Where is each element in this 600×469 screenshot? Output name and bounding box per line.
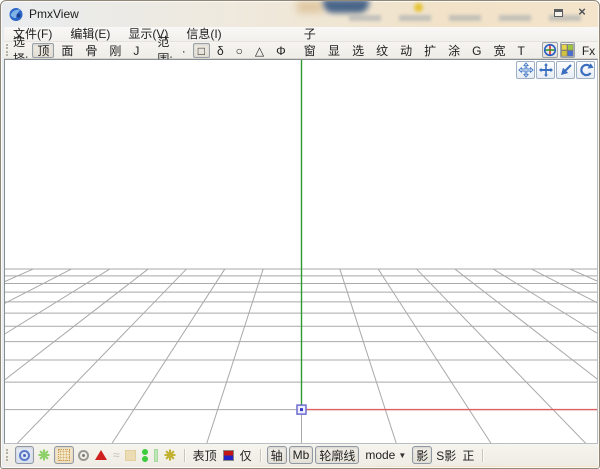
menu-edit[interactable]: 编辑(E) xyxy=(61,27,119,42)
blue-target-icon xyxy=(19,450,30,461)
red-triangle-icon xyxy=(95,450,107,460)
masking-toggle[interactable] xyxy=(54,446,74,464)
self-shadow-toggle[interactable]: S影 xyxy=(436,447,456,464)
dotted-square-icon xyxy=(58,449,70,461)
select-bone-button[interactable]: 骨 xyxy=(80,43,102,58)
glass-blur-blob xyxy=(414,3,423,12)
subwindow-g-button[interactable]: G xyxy=(467,43,486,58)
status-bar: ≈ 表顶 仅 轴 Mb 轮廓线 mode xyxy=(4,444,598,466)
green-flower-icon xyxy=(38,449,50,461)
surface-color-toggle[interactable] xyxy=(223,450,234,461)
pmxview-window: PmxView × 文件(F) 编辑(E) 显示(V) 信息(I) 选择: 顶 … xyxy=(0,0,600,469)
statusbar-separator xyxy=(482,449,483,462)
lightgreen-bar-icon xyxy=(154,449,158,462)
range-delta-button[interactable]: δ xyxy=(212,43,229,58)
menu-info[interactable]: 信息(I) xyxy=(177,27,230,42)
move-cross-icon xyxy=(538,62,554,78)
range-phi-button[interactable]: Φ xyxy=(271,43,291,58)
toolbar: 选择: 顶 面 骨 刚 J 范围: · □ δ ○ △ Φ 子窗口: 显 选 纹… xyxy=(4,42,598,59)
zoom-arrow-icon xyxy=(558,62,574,78)
bar-toggle[interactable] xyxy=(154,449,158,462)
bone-display-toggle[interactable] xyxy=(95,450,107,460)
plate-toggle[interactable] xyxy=(125,450,136,461)
range-rect-button[interactable]: □ xyxy=(193,43,210,58)
subwindow-display-button[interactable]: 显 xyxy=(323,43,345,58)
mode-dropdown[interactable]: mode ▼ xyxy=(361,446,410,464)
flower-toggle[interactable] xyxy=(38,449,50,461)
rotate-arrow-icon xyxy=(578,62,594,78)
select-joint-button[interactable]: J xyxy=(128,43,144,58)
only-label[interactable]: 仅 xyxy=(240,447,252,464)
toolbar-grip[interactable] xyxy=(6,44,8,56)
radio-toggle[interactable] xyxy=(78,450,89,461)
window-title: PmxView xyxy=(29,7,79,21)
close-button[interactable]: × xyxy=(573,4,591,19)
vertex-display-toggle[interactable] xyxy=(15,446,34,464)
restore-button[interactable] xyxy=(549,4,567,19)
subwindow-select-button[interactable]: 选 xyxy=(347,43,369,58)
tan-square-icon xyxy=(125,450,136,461)
view-nav-bar xyxy=(515,61,595,79)
subwindow-extend-button[interactable]: 扩 xyxy=(419,43,441,58)
glass-blur-blob xyxy=(297,1,323,13)
pan-view-button[interactable] xyxy=(516,61,535,79)
mode-label: mode xyxy=(365,448,395,462)
subwindow-width-button[interactable]: 宽度 xyxy=(488,43,510,58)
subwindow-t-button[interactable]: T xyxy=(513,43,530,58)
select-vertex-button[interactable]: 顶 xyxy=(32,43,54,58)
viewport-3d[interactable] xyxy=(4,59,598,444)
red-blue-square-icon xyxy=(223,450,234,461)
ground-grid xyxy=(5,60,597,443)
pan-cross-icon xyxy=(518,62,534,78)
range-triangle-button[interactable]: △ xyxy=(250,43,269,58)
statusbar-grip[interactable] xyxy=(6,449,11,461)
color-grid-icon xyxy=(561,44,574,57)
surface-vertex-label[interactable]: 表顶 xyxy=(193,447,217,464)
range-circle-button[interactable]: ○ xyxy=(231,43,248,58)
fx-button[interactable]: Fx xyxy=(577,43,600,58)
subwindow-texture-button[interactable]: 纹 xyxy=(371,43,393,58)
axis-toggle[interactable]: 轴 xyxy=(267,446,287,464)
gray-target-icon xyxy=(78,450,89,461)
palette-grid-button[interactable] xyxy=(560,42,575,58)
statusbar-separator xyxy=(260,449,261,462)
zoom-view-button[interactable] xyxy=(556,61,575,79)
subwindow-motion-button[interactable]: 动 xyxy=(395,43,417,58)
app-icon xyxy=(8,6,24,22)
range-point-button[interactable]: · xyxy=(177,43,191,58)
wave-toggle[interactable]: ≈ xyxy=(113,450,119,460)
outline-toggle[interactable]: 轮廓线 xyxy=(315,446,359,464)
chevron-down-icon: ▼ xyxy=(398,451,406,460)
rotate-view-button[interactable] xyxy=(576,61,595,79)
shadow-toggle[interactable]: 影 xyxy=(412,446,432,464)
capsule-toggle[interactable] xyxy=(142,449,148,462)
subwindow-paint-button[interactable]: 涂 xyxy=(443,43,465,58)
title-bar[interactable]: PmxView × xyxy=(1,1,599,27)
move-view-button[interactable] xyxy=(536,61,555,79)
restore-icon xyxy=(554,9,563,17)
joint-display-toggle[interactable] xyxy=(164,449,176,461)
statusbar-separator xyxy=(184,449,185,462)
green-capsule-icon xyxy=(142,449,148,455)
gizmo-toggle-button[interactable] xyxy=(542,42,558,58)
mb-toggle[interactable]: Mb xyxy=(289,446,314,464)
front-toggle[interactable]: 正 xyxy=(462,447,474,464)
yellow-flower-icon xyxy=(164,449,176,461)
glass-blur-blob xyxy=(323,1,369,13)
gizmo-target-icon xyxy=(543,43,557,57)
select-rigid-button[interactable]: 刚 xyxy=(104,43,126,58)
select-face-button[interactable]: 面 xyxy=(56,43,78,58)
